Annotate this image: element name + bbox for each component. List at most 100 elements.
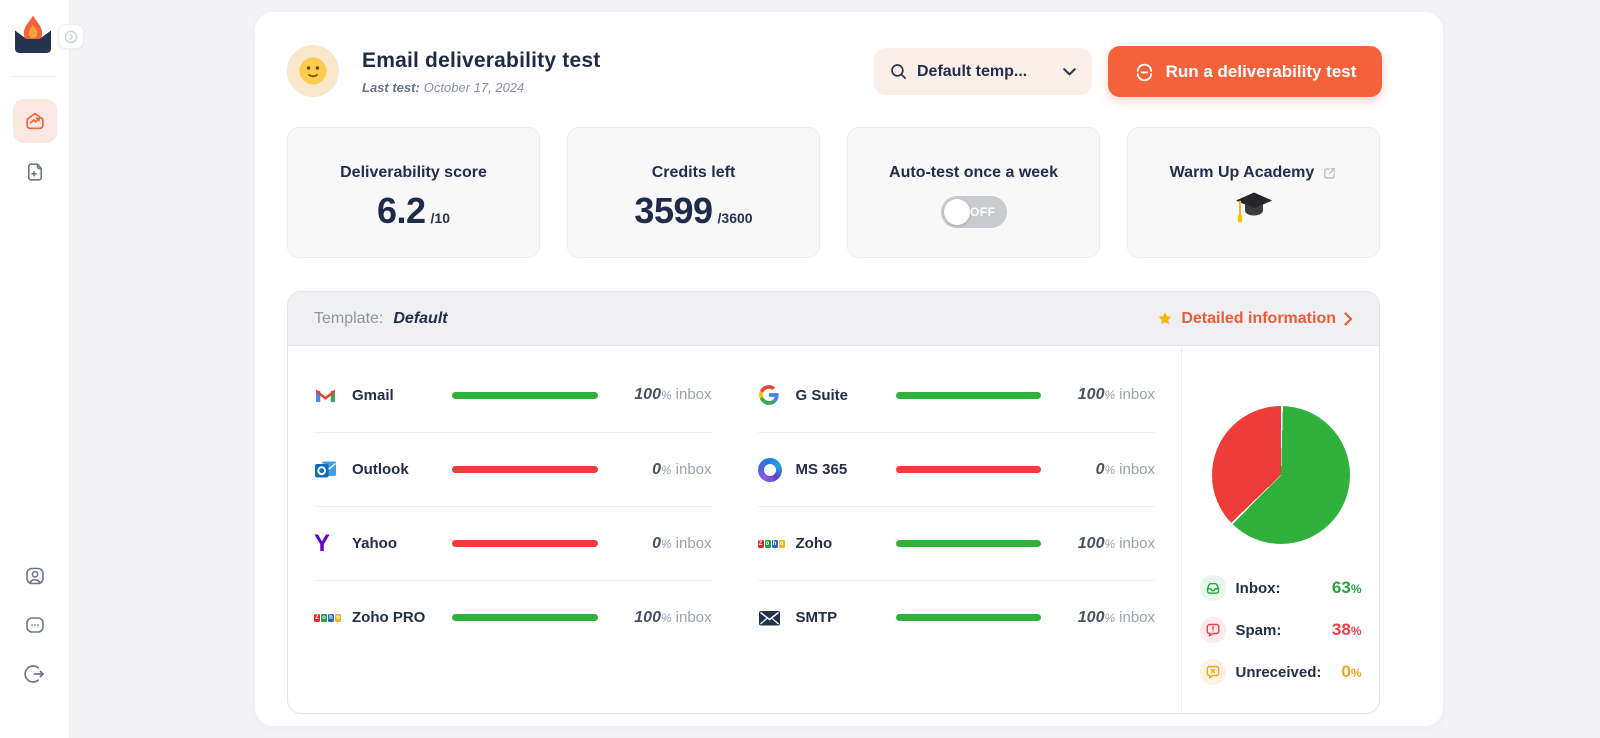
template-label: Template: — [314, 310, 383, 328]
deliverability-bar — [452, 466, 598, 473]
sidebar-item-account[interactable] — [13, 554, 57, 598]
run-button-label: Run a deliverability test — [1166, 62, 1357, 82]
last-test-date: October 17, 2024 — [424, 80, 524, 95]
legend-label: Inbox: — [1236, 580, 1281, 597]
chevron-right-icon — [1344, 312, 1353, 326]
sidebar-item-deliverability[interactable] — [13, 99, 57, 143]
detailed-information-link[interactable]: Detailed information — [1157, 310, 1353, 328]
provider-result: 100%inbox — [616, 386, 712, 404]
deliverability-bar — [896, 466, 1042, 473]
detailed-information-label: Detailed information — [1181, 310, 1336, 328]
deliverability-bar — [452, 614, 598, 621]
stat-title: Credits left — [652, 164, 736, 182]
provider-row-zoho-pro: Zoho Zoho PRO 100%inbox — [314, 580, 712, 654]
sidebar-expand-button[interactable] — [58, 24, 84, 49]
chevron-down-icon — [1063, 68, 1076, 76]
gmail-icon — [314, 387, 342, 404]
last-test-label: Last test: — [362, 80, 420, 95]
template-panel-header: Template: Default Detailed information — [288, 292, 1379, 346]
run-deliverability-test-button[interactable]: Run a deliverability test — [1108, 46, 1382, 97]
provider-name: Yahoo — [352, 535, 446, 552]
spam-icon — [1200, 617, 1226, 643]
auto-test-toggle[interactable]: OFF — [941, 196, 1007, 228]
legend-row-unreceived: Unreceived: 0% — [1200, 657, 1362, 687]
provider-name: G Suite — [796, 387, 890, 404]
deliverability-bar — [452, 540, 598, 547]
home-chart-icon — [24, 110, 46, 132]
gsuite-icon — [758, 384, 786, 406]
ms365-icon — [758, 458, 786, 482]
score-value: 6.2 — [377, 190, 426, 232]
stat-card-warmup-academy[interactable]: Warm Up Academy — [1127, 127, 1380, 258]
yahoo-icon: Y — [314, 532, 342, 556]
smtp-envelope-icon — [758, 609, 786, 627]
legend-label: Unreceived: — [1236, 664, 1322, 681]
stat-card-auto-test: Auto-test once a week OFF — [847, 127, 1100, 258]
sidebar-item-new-test[interactable] — [13, 150, 57, 194]
template-dropdown[interactable]: Default temp... — [874, 48, 1092, 95]
zoho-icon: Zoho — [758, 540, 786, 548]
page-title: Email deliverability test — [362, 49, 600, 73]
template-dropdown-value: Default temp... — [917, 63, 1053, 81]
template-results-panel: Template: Default Detailed information — [287, 291, 1380, 714]
deliverability-bar — [896, 614, 1042, 621]
sidebar-item-logout[interactable] — [13, 652, 57, 696]
smiley-emoji-avatar — [287, 45, 339, 97]
provider-result: 0%inbox — [616, 461, 712, 479]
warmup-inbox-logo — [11, 13, 56, 58]
legend-row-spam: Spam: 38% — [1200, 615, 1362, 645]
deliverability-bar — [896, 540, 1042, 547]
provider-name: SMTP — [796, 609, 890, 626]
legend-label: Spam: — [1236, 622, 1282, 639]
provider-name: Zoho — [796, 535, 890, 552]
provider-row-zoho: Zoho Zoho 100%inbox — [758, 506, 1156, 580]
toggle-state-label: OFF — [970, 205, 996, 219]
score-max: /10 — [431, 210, 450, 226]
deliverability-bar — [896, 392, 1042, 399]
sidebar-divider — [12, 76, 56, 77]
provider-row-outlook: Outlook 0%inbox — [314, 432, 712, 506]
smiley-face-icon — [297, 55, 329, 87]
chevron-right-circle-icon — [64, 30, 78, 44]
unreceived-icon — [1200, 659, 1226, 685]
deliverability-bar — [452, 392, 598, 399]
deliverability-page: Email deliverability test Last test: Octo… — [255, 12, 1443, 726]
last-test-line: Last test: October 17, 2024 — [362, 80, 524, 95]
stat-card-credits-left: Credits left 3599 /3600 — [567, 127, 820, 258]
provider-result: 100%inbox — [616, 609, 712, 627]
stat-title: Deliverability score — [340, 164, 487, 182]
inbox-run-icon — [1134, 61, 1155, 82]
provider-result: 100%inbox — [1059, 386, 1155, 404]
provider-name: Gmail — [352, 387, 446, 404]
provider-name: Zoho PRO — [352, 609, 446, 626]
inbox-icon — [1200, 575, 1226, 601]
outlook-icon — [314, 459, 342, 480]
legend-row-inbox: Inbox: 63% — [1200, 573, 1362, 603]
provider-name: MS 365 — [796, 461, 890, 478]
graduation-cap-icon — [1128, 190, 1379, 224]
provider-name: Outlook — [352, 461, 446, 478]
provider-row-gsuite: G Suite 100%inbox — [758, 358, 1156, 432]
provider-row-smtp: SMTP 100%inbox — [758, 580, 1156, 654]
star-icon — [1157, 311, 1173, 327]
deliverability-pie-chart — [1212, 406, 1350, 544]
provider-result: 100%inbox — [1059, 535, 1155, 553]
sidebar — [0, 0, 70, 738]
stat-card-deliverability-score: Deliverability score 6.2 /10 — [287, 127, 540, 258]
sidebar-item-support-chat[interactable] — [13, 603, 57, 647]
provider-result: 0%inbox — [616, 535, 712, 553]
provider-result: 100%inbox — [1059, 609, 1155, 627]
provider-results-grid: Gmail 100%inbox G Suite — [288, 346, 1181, 713]
results-summary-area: Inbox: 63% Spam: 38% — [1182, 346, 1379, 713]
legend-value: 38% — [1332, 620, 1362, 640]
stat-title: Warm Up Academy — [1170, 164, 1315, 182]
zoho-pro-icon: Zoho — [314, 614, 342, 622]
user-card-icon — [24, 565, 46, 587]
provider-result: 0%inbox — [1059, 461, 1155, 479]
template-value: Default — [393, 310, 447, 328]
external-link-icon — [1322, 166, 1337, 181]
provider-row-ms365: MS 365 0%inbox — [758, 432, 1156, 506]
logout-icon — [24, 663, 46, 685]
credits-max: /3600 — [718, 210, 753, 226]
stat-title: Auto-test once a week — [889, 164, 1058, 182]
